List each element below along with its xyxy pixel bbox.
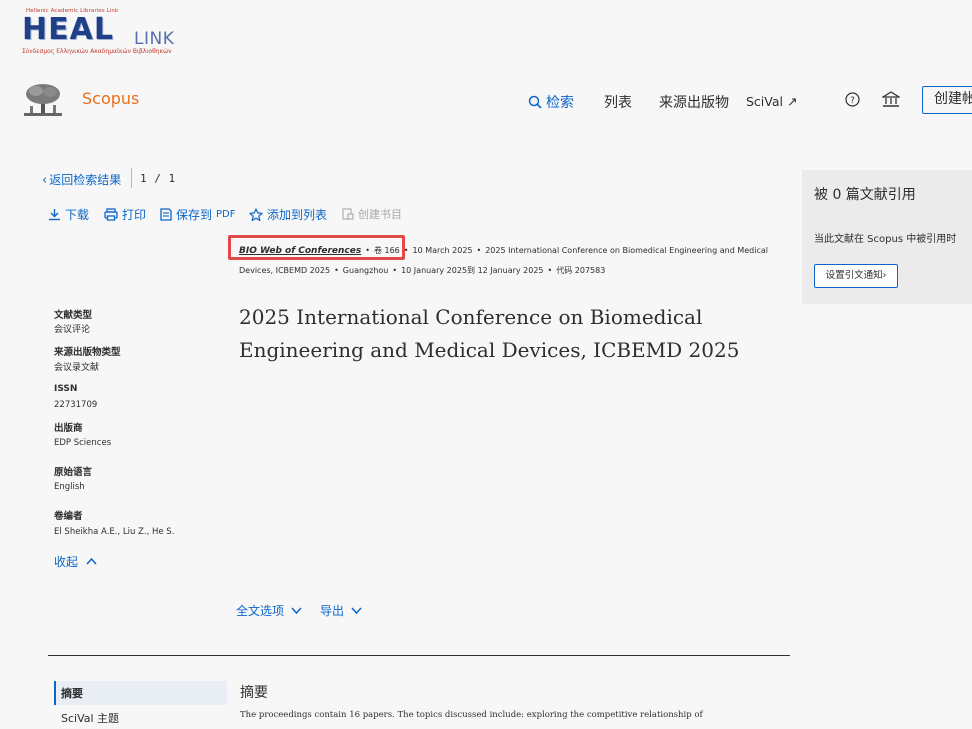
export-label: 导出 (320, 604, 345, 618)
create-bibliography-button[interactable]: 创建书目 (342, 206, 402, 222)
doc-type-value: 会议评论 (54, 325, 91, 335)
back-to-results-label: 返回检索结果 (49, 173, 122, 187)
editors-label: 卷编者 (54, 511, 83, 522)
add-to-list-button[interactable]: 添加到列表 (249, 206, 327, 223)
language-value: English (54, 482, 85, 492)
heal-link-logo[interactable]: Hellenic Academic Libraries Link HEAL LI… (22, 8, 202, 64)
nav-search[interactable]: 检索 (528, 92, 574, 112)
full-text-options-label: 全文选项 (236, 604, 285, 618)
print-label: 打印 (122, 208, 147, 222)
chevron-right-icon: › (882, 270, 887, 281)
institution-icon[interactable] (880, 91, 902, 112)
issn-value: 22731709 (54, 400, 98, 410)
collapse-label: 收起 (54, 555, 79, 569)
publisher-value: EDP Sciences (54, 438, 112, 448)
chevron-up-icon (86, 557, 97, 565)
save-pdf-button[interactable]: 保存到 PDF (160, 206, 236, 223)
chevron-left-icon: ‹ (42, 173, 48, 188)
abstract-text: The proceedings contain 16 papers. The t… (240, 710, 703, 720)
elsevier-tree-logo[interactable] (22, 82, 64, 118)
source-highlight-box (228, 235, 405, 260)
publication-date: 10 March 2025 (412, 246, 473, 255)
result-pager: 1 / 1 (140, 172, 176, 185)
scopus-brand[interactable]: Scopus (82, 89, 139, 108)
svg-text:?: ? (850, 96, 855, 106)
language-label: 原始语言 (54, 467, 93, 478)
help-icon[interactable]: ? (845, 92, 860, 111)
sidebar-item-scival-topics[interactable]: SciVal 主题 (61, 710, 119, 726)
set-citation-alert-button[interactable]: 设置引文通知› (814, 264, 898, 288)
nav-search-label: 检索 (546, 95, 574, 111)
collapse-button[interactable]: 收起 (54, 553, 97, 570)
heal-logo-link-text: LINK (134, 29, 175, 49)
chevron-down-icon (351, 607, 362, 615)
create-account-button[interactable]: 创建帐户 (922, 86, 972, 114)
citations-description: 当此文献在 Scopus 中被引用时 (814, 234, 957, 245)
download-button[interactable]: 下载 (48, 206, 89, 223)
citations-count-title: 被 0 篇文献引用 (814, 187, 916, 203)
print-button[interactable]: 打印 (104, 206, 146, 223)
bibliography-icon (342, 208, 354, 220)
pager-divider (131, 168, 132, 188)
save-pdf-icon (160, 208, 172, 221)
sidebar-item-abstract-label[interactable]: 摘要 (61, 685, 83, 701)
star-icon (249, 207, 263, 221)
print-icon (104, 208, 118, 221)
download-icon (49, 209, 60, 221)
publisher-label: 出版商 (54, 423, 83, 434)
conference-location: Guangzhou (342, 266, 389, 275)
export-dropdown[interactable]: 导出 (320, 602, 362, 619)
nav-scival[interactable]: SciVal ↗ (746, 94, 797, 109)
conference-code: 代码 207583 (556, 266, 606, 275)
issn-label: ISSN (54, 384, 78, 394)
add-to-list-label: 添加到列表 (267, 208, 328, 222)
download-label: 下载 (65, 208, 90, 222)
chevron-down-icon (291, 607, 302, 615)
save-pdf-label: 保存到 (176, 208, 213, 222)
section-divider (48, 655, 790, 656)
editors-value: El Sheikha A.E., Liu Z., He S. (54, 527, 175, 537)
set-citation-alert-label: 设置引文通知 (825, 270, 883, 281)
nav-list[interactable]: 列表 (604, 92, 632, 112)
back-to-results-link[interactable]: ‹ 返回检索结果 (42, 171, 121, 188)
heal-logo-subtitle: Σύνδεσμος Ελληνικών Ακαδημαϊκών Βιβλιοθη… (22, 48, 172, 55)
full-text-options-dropdown[interactable]: 全文选项 (236, 602, 302, 619)
source-type-label: 来源出版物类型 (54, 347, 121, 358)
create-bibliography-label: 创建书目 (358, 208, 402, 221)
conference-dates: 10 January 2025到 12 January 2025 (401, 266, 544, 275)
abstract-heading: 摘要 (240, 685, 268, 701)
nav-sources[interactable]: 来源出版物 (659, 92, 729, 112)
search-icon (528, 95, 542, 109)
save-pdf-suffix: PDF (216, 209, 236, 220)
document-title: 2025 International Conference on Biomedi… (239, 305, 740, 362)
sidebar-active-indicator (54, 681, 56, 705)
heal-logo-wordmark: HEAL (22, 12, 114, 47)
doc-type-label: 文献类型 (54, 310, 93, 321)
source-type-value: 会议录文献 (54, 363, 100, 373)
